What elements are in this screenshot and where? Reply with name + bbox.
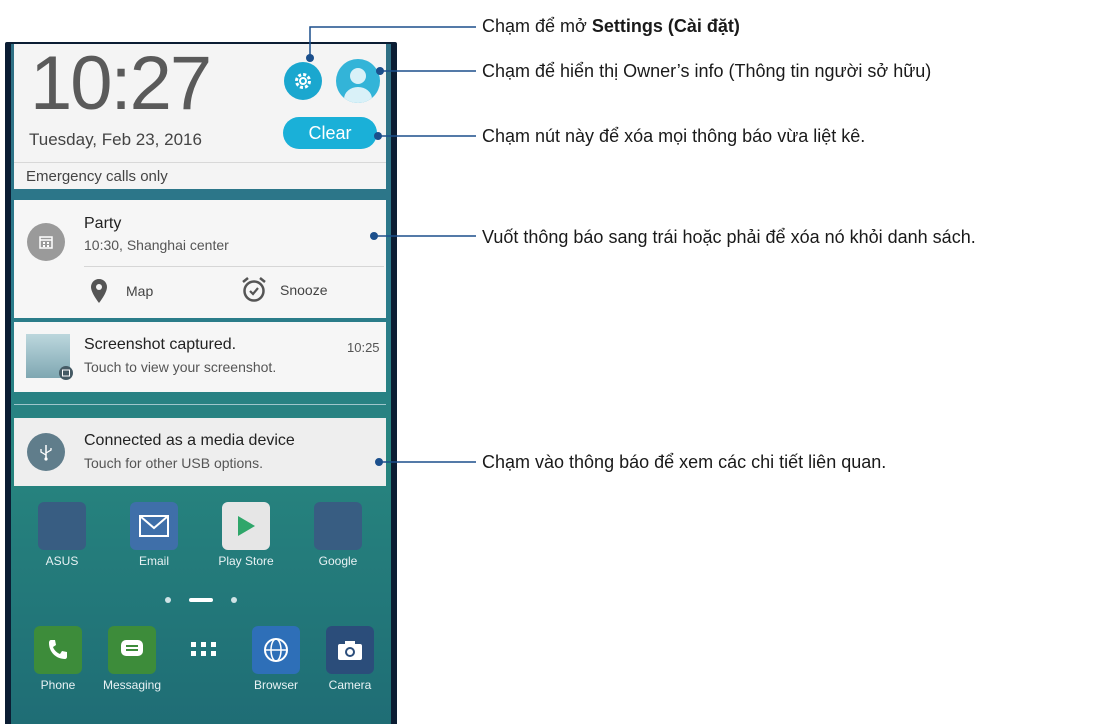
callout-settings: Chạm để mở Settings (Cài đặt) — [482, 16, 740, 37]
callout-swipe: Vuốt thông báo sang trái hoặc phải để xó… — [482, 227, 976, 247]
callout-clear: Chạm nút này để xóa mọi thông báo vừa li… — [482, 126, 866, 146]
callout-tap: Chạm vào thông báo để xem các chi tiết l… — [482, 452, 887, 472]
callout-settings-bold: Settings (Cài đặt) — [591, 16, 740, 36]
callout-lines — [306, 26, 476, 466]
callout-owner: Chạm để hiển thị Owner’s info (Thông tin… — [482, 61, 932, 81]
callout-settings-prefix: Chạm để mở — [482, 16, 592, 36]
